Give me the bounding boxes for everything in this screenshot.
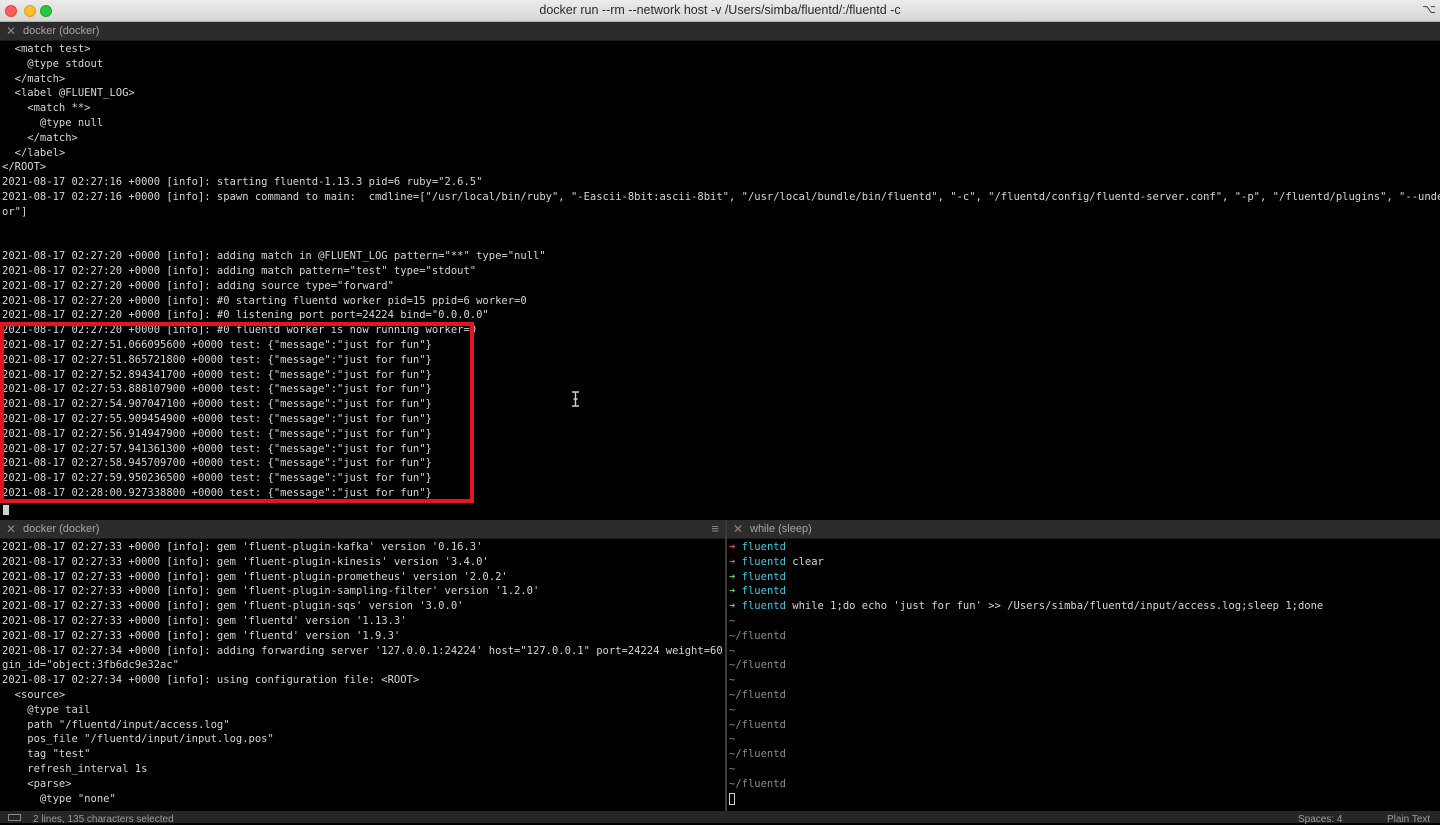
tab-docker-bottom[interactable]: docker (docker) — [23, 523, 99, 535]
prompt-directory: fluentd — [741, 600, 786, 613]
terminal-line: pos_file "/fluentd/input/input.log.pos" — [2, 733, 274, 746]
terminal-cursor — [3, 505, 9, 515]
prompt-directory: fluentd — [741, 541, 786, 553]
terminal-line: </match> — [2, 131, 78, 144]
terminal-line: tag "test" — [2, 748, 91, 761]
terminal-line: ~ — [729, 733, 736, 746]
terminal-line: 2021-08-17 02:27:16 +0000 [info]: spawn … — [2, 190, 1440, 203]
bottom-left-tabbar: ✕ docker (docker) ≡ — [0, 520, 725, 539]
terminal-line: gin_id="object:3fb6dc9e32ac" — [2, 659, 180, 672]
terminal-line: ~ — [729, 703, 736, 716]
highlight-annotation-box — [0, 322, 474, 503]
terminal-line: 2021-08-17 02:27:20 +0000 [info]: adding… — [2, 250, 546, 263]
terminal-line: ~ — [729, 644, 736, 657]
prompt-directory: fluentd — [741, 555, 786, 568]
terminal-line: ~/fluentd — [729, 777, 786, 790]
terminal-line: 2021-08-17 02:27:16 +0000 [info]: starti… — [2, 176, 483, 189]
terminal-line: 2021-08-17 02:27:33 +0000 [info]: gem 'f… — [2, 629, 401, 642]
menu-icon[interactable]: ≡ — [711, 521, 719, 536]
top-pane-tabbar: ✕ docker (docker) — [0, 22, 1440, 41]
close-icon[interactable]: ✕ — [6, 522, 16, 536]
terminal-line: 2021-08-17 02:27:20 +0000 [info]: adding… — [2, 279, 394, 292]
terminal-line: <parse> — [2, 777, 72, 790]
terminal-line: 2021-08-17 02:27:33 +0000 [info]: gem 'f… — [2, 600, 464, 613]
terminal-line: @type tail — [2, 703, 91, 716]
terminal-line: ~/fluentd — [729, 748, 786, 761]
terminal-line: <match **> — [2, 102, 91, 115]
terminal-line: ~/fluentd — [729, 688, 786, 701]
prompt-line: ➜ fluentd — [727, 570, 1440, 585]
bottom-right-terminal-pane[interactable]: ➜ fluentd ➜ fluentd clear ➜ fluentd ➜ fluen… — [727, 540, 1440, 811]
terminal-cursor-line — [727, 792, 1440, 807]
terminal-line: @type null — [2, 116, 104, 129]
terminal-cursor — [729, 792, 735, 805]
prompt-arrow-icon: ➜ — [729, 541, 742, 553]
terminal-line: </match> — [2, 72, 66, 85]
indentation-setting[interactable]: Spaces: 4 — [1298, 814, 1342, 825]
terminal-line: 2021-08-17 02:27:34 +0000 [info]: adding… — [2, 644, 725, 657]
tab-while-sleep[interactable]: while (sleep) — [750, 523, 812, 535]
prompt-arrow-icon: ➜ — [729, 600, 742, 613]
prompt-directory: fluentd — [741, 570, 786, 583]
terminal-line: 2021-08-17 02:27:20 +0000 [info]: #0 lis… — [2, 309, 489, 322]
prompt-arrow-icon: ➜ — [729, 555, 742, 568]
terminal-line: ~ — [729, 614, 736, 627]
window-title: docker run --rm --network host -v /Users… — [539, 3, 901, 17]
status-bar: 2 lines, 135 characters selected Spaces:… — [0, 811, 1440, 825]
terminal-line: </ROOT> — [2, 161, 47, 174]
terminal-line: ~/fluentd — [729, 659, 786, 672]
terminal-line: 2021-08-17 02:27:33 +0000 [info]: gem 'f… — [2, 555, 489, 568]
terminal-line: 2021-08-17 02:27:34 +0000 [info]: using … — [2, 674, 420, 687]
prompt-arrow-icon: ➜ — [729, 585, 742, 598]
selection-status: 2 lines, 135 characters selected — [33, 814, 174, 825]
terminal-line: </label> — [2, 146, 66, 159]
close-icon[interactable]: ✕ — [6, 24, 16, 38]
option-key-icon: ⌥ — [1422, 2, 1436, 16]
terminal-line: or"] — [2, 205, 28, 218]
tab-docker-top[interactable]: docker (docker) — [23, 25, 99, 37]
terminal-line: @type "none" — [2, 792, 116, 805]
text-cursor-icon — [572, 391, 579, 407]
prompt-line: ➜ fluentd clear — [727, 555, 1440, 570]
terminal-line: 2021-08-17 02:27:33 +0000 [info]: gem 'f… — [2, 614, 407, 627]
prompt-line: ➜ fluentd while 1;do echo 'just for fun'… — [727, 599, 1440, 614]
terminal-line: ~ — [729, 762, 736, 775]
terminal-line: 2021-08-17 02:27:20 +0000 [info]: #0 sta… — [2, 294, 527, 307]
terminal-line: <label @FLUENT_LOG> — [2, 87, 135, 100]
bottom-right-tabbar: ✕ while (sleep) — [727, 520, 1440, 539]
terminal-line: ~/fluentd — [729, 718, 786, 731]
prompt-command: clear — [785, 555, 824, 568]
prompt-line: ➜ fluentd — [727, 540, 1440, 555]
close-icon[interactable]: ✕ — [733, 522, 743, 536]
terminal-line: 2021-08-17 02:27:20 +0000 [info]: adding… — [2, 264, 477, 277]
terminal-line: 2021-08-17 02:27:33 +0000 [info]: gem 'f… — [2, 570, 508, 583]
syntax-setting[interactable]: Plain Text — [1387, 814, 1430, 825]
terminal-line: <match test> — [2, 43, 91, 55]
terminal-line: 2021-08-17 02:27:33 +0000 [info]: gem 'f… — [2, 585, 540, 598]
terminal-line: ~/fluentd — [729, 629, 786, 642]
prompt-command: while 1;do echo 'just for fun' >> /Users… — [785, 600, 1324, 613]
terminal-line: path "/fluentd/input/access.log" — [2, 718, 230, 731]
terminal-line: ~ — [729, 674, 736, 687]
window-titlebar: docker run --rm --network host -v /Users… — [0, 0, 1440, 22]
prompt-line: ➜ fluentd — [727, 584, 1440, 599]
terminal-line: 2021-08-17 02:27:33 +0000 [info]: gem 'f… — [2, 541, 483, 553]
prompt-directory: fluentd — [741, 585, 786, 598]
panel-toggle-icon[interactable] — [8, 814, 21, 821]
prompt-arrow-icon: ➜ — [729, 570, 742, 583]
terminal-line: @type stdout — [2, 57, 104, 70]
terminal-line: <source> — [2, 688, 66, 701]
bottom-left-terminal-pane[interactable]: 2021-08-17 02:27:33 +0000 [info]: gem 'f… — [0, 540, 725, 811]
terminal-line: refresh_interval 1s — [2, 762, 148, 775]
